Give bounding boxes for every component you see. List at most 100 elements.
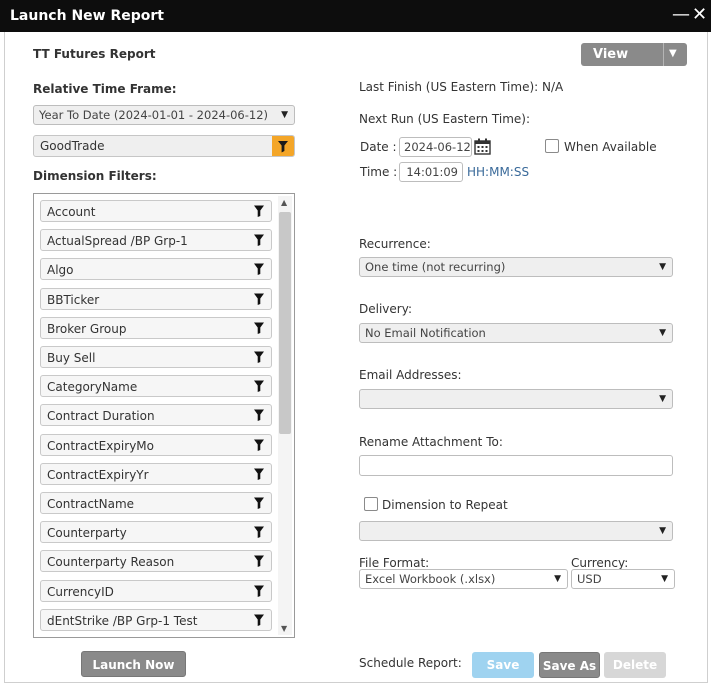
next-run-label: Next Run (US Eastern Time):: [359, 112, 530, 126]
time-input[interactable]: 14:01:09: [399, 162, 463, 182]
filter-icon[interactable]: [253, 613, 265, 627]
dimension-filter-item[interactable]: Broker Group: [40, 316, 272, 339]
view-button-divider: [663, 43, 664, 66]
dimension-filter-label: Account: [47, 205, 96, 219]
delete-button[interactable]: Delete: [604, 652, 666, 678]
dimension-filter-item[interactable]: ContractExpiryMo: [40, 433, 272, 456]
date-label: Date :: [360, 140, 397, 154]
account-filter-field[interactable]: GoodTrade: [33, 135, 295, 157]
dimension-filter-item[interactable]: CategoryName: [40, 375, 272, 398]
dimension-filter-item[interactable]: ContractName: [40, 492, 272, 514]
dimension-to-repeat-checkbox[interactable]: [364, 497, 378, 511]
scroll-down-icon[interactable]: ▼: [281, 624, 287, 633]
dimension-filter-label: CategoryName: [47, 380, 138, 395]
currency-label: Currency:: [571, 556, 629, 570]
filter-icon[interactable]: [253, 204, 265, 218]
dimension-filter-label: Broker Group: [47, 321, 127, 336]
dimension-to-repeat-select[interactable]: ▼: [359, 521, 673, 541]
dimension-filter-label: BBTicker: [47, 292, 100, 307]
scrollbar-thumb[interactable]: [279, 212, 291, 434]
launch-now-button[interactable]: Launch Now: [81, 651, 186, 677]
dimension-filter-item[interactable]: Counterparty: [40, 521, 272, 544]
account-filter-value: GoodTrade: [40, 139, 105, 153]
calendar-icon[interactable]: [474, 138, 491, 155]
dimension-filter-item[interactable]: ActualSpread /BP Grp-1: [40, 229, 272, 252]
dimension-filter-label: dEntStrike /BP Grp-1 Test: [47, 613, 198, 628]
email-addresses-label: Email Addresses:: [359, 368, 462, 382]
filter-icon[interactable]: [253, 262, 265, 276]
delivery-select[interactable]: No Email Notification ▼: [359, 323, 673, 343]
filter-icon[interactable]: [253, 350, 265, 364]
dimension-filter-item[interactable]: ContractExpiryYr: [40, 462, 272, 485]
when-available-checkbox[interactable]: [545, 139, 559, 153]
filter-icon[interactable]: [253, 321, 265, 335]
dimension-filter-label: ContractExpiryMo: [47, 438, 154, 453]
window-titlebar: Launch New Report — ✕: [0, 0, 711, 32]
file-format-value: Excel Workbook (.xlsx): [365, 572, 496, 586]
last-finish-label: Last Finish (US Eastern Time): N/A: [359, 80, 564, 94]
rename-attachment-input[interactable]: [359, 455, 673, 476]
relative-time-frame-value: Year To Date (2024-01-01 - 2024-06-12): [39, 108, 269, 122]
recurrence-label: Recurrence:: [359, 237, 431, 251]
dimension-filter-label: Contract Duration: [47, 409, 155, 424]
chevron-down-icon: ▼: [659, 394, 666, 404]
chevron-down-icon: ▼: [661, 574, 668, 584]
chevron-down-icon: ▼: [659, 328, 666, 338]
filter-icon[interactable]: [253, 379, 265, 393]
dimension-filter-label: Counterparty: [47, 526, 127, 541]
save-button[interactable]: Save: [472, 652, 534, 678]
email-addresses-select[interactable]: ▼: [359, 389, 673, 409]
recurrence-value: One time (not recurring): [365, 260, 506, 274]
dimension-list-scrollbar[interactable]: ▲ ▼: [278, 196, 292, 635]
date-input[interactable]: 2024-06-12: [399, 137, 472, 157]
chevron-down-icon: ▼: [659, 262, 666, 272]
dimension-filter-item[interactable]: CurrencyID: [40, 579, 272, 602]
dimension-filter-label: Counterparty Reason: [47, 555, 175, 570]
currency-select[interactable]: USD ▼: [571, 569, 675, 589]
close-icon[interactable]: ✕: [692, 4, 707, 25]
window-title: Launch New Report: [10, 8, 164, 24]
filter-icon[interactable]: [253, 467, 265, 481]
time-value: 14:01:09: [406, 165, 458, 179]
minimize-icon[interactable]: —: [672, 4, 690, 25]
dimension-filter-item[interactable]: BBTicker: [40, 287, 272, 310]
time-format-hint: HH:MM:SS: [467, 165, 530, 179]
filter-icon[interactable]: [253, 525, 265, 539]
dimension-filters-list: Account ActualSpread /BP Grp-1 Algo BBTicke…: [33, 193, 295, 638]
filter-icon[interactable]: [253, 438, 265, 452]
time-label: Time :: [360, 165, 398, 179]
date-value: 2024-06-12: [404, 140, 471, 154]
filter-icon[interactable]: [253, 408, 265, 422]
dimension-filter-item[interactable]: Algo: [40, 258, 272, 281]
chevron-down-icon: ▼: [659, 526, 666, 536]
when-available-label: When Available: [564, 140, 657, 154]
file-format-select[interactable]: Excel Workbook (.xlsx) ▼: [359, 569, 568, 589]
dimension-filter-label: CurrencyID: [47, 584, 114, 599]
filter-icon: [278, 141, 288, 153]
account-filter-button[interactable]: [272, 136, 294, 156]
filter-icon[interactable]: [253, 584, 265, 598]
delivery-value: No Email Notification: [365, 326, 486, 340]
scroll-up-icon[interactable]: ▲: [281, 198, 287, 207]
dimension-filter-item[interactable]: dEntStrike /BP Grp-1 Test: [40, 608, 272, 631]
chevron-down-icon: ▼: [281, 110, 288, 120]
dimension-filter-item[interactable]: Account: [40, 200, 272, 222]
dimension-filter-item[interactable]: Counterparty Reason: [40, 550, 272, 573]
schedule-report-label: Schedule Report:: [359, 656, 462, 670]
filter-icon[interactable]: [253, 554, 265, 568]
dimension-filter-item[interactable]: Buy Sell: [40, 346, 272, 368]
relative-time-frame-select[interactable]: Year To Date (2024-01-01 - 2024-06-12) ▼: [33, 105, 295, 125]
dimension-filter-label: ActualSpread /BP Grp-1: [47, 234, 188, 249]
delivery-label: Delivery:: [359, 302, 412, 316]
recurrence-select[interactable]: One time (not recurring) ▼: [359, 257, 673, 277]
dimension-filters-label: Dimension Filters:: [33, 169, 157, 183]
dimension-filter-item[interactable]: Contract Duration: [40, 404, 272, 427]
filter-icon[interactable]: [253, 496, 265, 510]
filter-icon[interactable]: [253, 292, 265, 306]
chevron-down-icon[interactable]: ▼: [669, 48, 677, 59]
rename-attachment-label: Rename Attachment To:: [359, 435, 503, 449]
view-button[interactable]: View ▼: [581, 43, 687, 66]
filter-icon[interactable]: [253, 233, 265, 247]
save-as-button[interactable]: Save As: [539, 652, 600, 678]
file-format-label: File Format:: [359, 556, 430, 570]
